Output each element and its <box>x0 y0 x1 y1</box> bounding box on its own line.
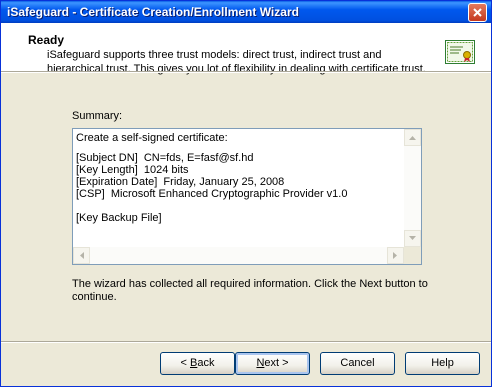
summary-textbox[interactable]: Create a self-signed certificate: [Subje… <box>72 128 422 265</box>
summary-line: [Subject DN] CN=fds, E=fasf@sf.hd <box>76 152 254 164</box>
wizard-header: Ready iSafeguard supports three trust mo… <box>1 23 491 75</box>
next-button-rest: ext > <box>264 357 289 369</box>
scrollbar-corner <box>404 247 421 264</box>
page-title: Ready <box>28 33 65 47</box>
arrow-right-icon <box>393 252 397 259</box>
summary-label: Summary: <box>72 110 123 122</box>
vertical-scrollbar[interactable] <box>404 129 421 247</box>
footer-divider <box>1 341 491 343</box>
summary-content: Create a self-signed certificate: [Subje… <box>76 132 403 245</box>
next-button[interactable]: Next > <box>235 352 310 375</box>
info-message: The wizard has collected all required in… <box>72 278 428 303</box>
scroll-right-button[interactable] <box>387 247 404 264</box>
arrow-up-icon <box>409 136 416 140</box>
wizard-window: iSafeguard - Certificate Creation/Enroll… <box>0 0 492 387</box>
summary-line: [Key Length] 1024 bits <box>76 164 189 176</box>
header-divider <box>1 71 491 73</box>
window-title: iSafeguard - Certificate Creation/Enroll… <box>7 5 299 19</box>
summary-line: [CSP] Microsoft Enhanced Cryptographic P… <box>76 188 348 200</box>
summary-line <box>76 200 403 212</box>
arrow-down-icon <box>409 236 416 240</box>
arrow-left-icon <box>80 252 84 259</box>
summary-line: [Expiration Date] Friday, January 25, 20… <box>76 176 285 188</box>
certificate-icon <box>445 40 475 64</box>
close-button[interactable] <box>468 3 487 22</box>
scroll-left-button[interactable] <box>73 247 90 264</box>
back-button-prefix: < <box>180 357 190 369</box>
summary-line: [Key Backup File] <box>76 212 162 224</box>
close-icon <box>473 8 482 17</box>
scroll-down-button[interactable] <box>404 230 421 247</box>
back-button-rest: ack <box>197 357 215 369</box>
cancel-button[interactable]: Cancel <box>320 352 395 375</box>
help-button[interactable]: Help <box>405 352 480 375</box>
horizontal-scrollbar[interactable] <box>73 247 404 264</box>
back-button[interactable]: < Back <box>160 352 235 375</box>
scroll-up-button[interactable] <box>404 129 421 146</box>
title-bar[interactable]: iSafeguard - Certificate Creation/Enroll… <box>1 1 491 23</box>
summary-line: Create a self-signed certificate: <box>76 132 228 144</box>
